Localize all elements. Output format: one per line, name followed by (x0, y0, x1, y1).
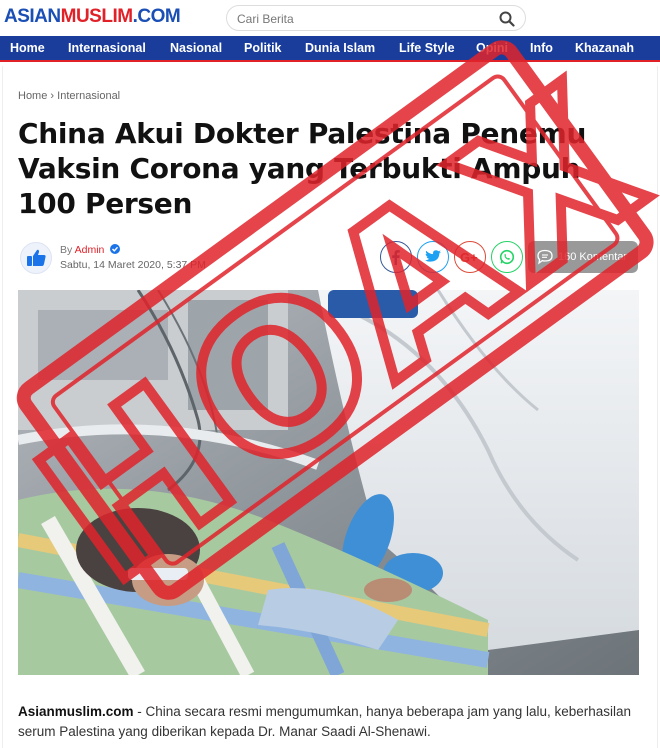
comments-button[interactable]: 160 Komentar (528, 241, 638, 273)
lead-source: Asianmuslim.com (18, 704, 134, 719)
content-border-left (2, 66, 3, 748)
nav-item-internasional[interactable]: Internasional (68, 36, 170, 60)
share-facebook-button[interactable] (380, 241, 412, 273)
whatsapp-icon (499, 249, 515, 265)
logo-text-asian: ASIAN (4, 6, 61, 27)
share-whatsapp-button[interactable] (491, 241, 523, 273)
nav-item-politik[interactable]: Politik (244, 36, 305, 60)
content-border-right (657, 66, 658, 748)
article-title: China Akui Dokter Palestina Penemu Vaksi… (18, 117, 587, 220)
main-nav: Home Internasional Nasional Politik Duni… (0, 36, 660, 62)
breadcrumb-separator: › (50, 90, 55, 102)
byline: By Admin (60, 244, 121, 256)
article-lead: Asianmuslim.com - China secara resmi men… (18, 702, 638, 742)
nav-item-home[interactable]: Home (10, 36, 68, 60)
search-box (226, 5, 526, 31)
nav-item-info[interactable]: Info (530, 36, 575, 60)
nav-item-life-style[interactable]: Life Style (399, 36, 476, 60)
logo-text-muslim: MUSLIM (60, 6, 133, 27)
byline-label: By (60, 244, 73, 256)
google-plus-icon: G+ (460, 250, 478, 264)
nav-item-opini[interactable]: Opini (476, 36, 530, 60)
site-logo[interactable]: ASIANMUSLIM.COM (4, 6, 181, 28)
breadcrumb: Home › Internasional (18, 90, 120, 102)
article-photo (18, 290, 639, 675)
nav-item-dunia-islam[interactable]: Dunia Islam (305, 36, 399, 60)
share-google-plus-button[interactable]: G+ (454, 241, 486, 273)
facebook-icon (392, 250, 400, 265)
share-twitter-button[interactable] (417, 241, 449, 273)
breadcrumb-home[interactable]: Home (18, 90, 47, 102)
nav-item-nasional[interactable]: Nasional (170, 36, 244, 60)
site-header: ASIANMUSLIM.COM (0, 0, 660, 36)
twitter-icon (425, 250, 441, 262)
comment-icon (537, 249, 553, 265)
thumbs-up-icon (27, 249, 46, 266)
author-avatar[interactable] (20, 242, 52, 274)
publish-date: Sabtu, 14 Maret 2020, 5:37 PM (60, 259, 206, 271)
hospital-scene-illustration (18, 290, 639, 675)
author-link[interactable]: Admin (75, 244, 105, 256)
logo-text-com: .COM (132, 6, 181, 27)
comments-count: 160 Komentar (558, 251, 628, 263)
search-icon[interactable] (499, 11, 515, 27)
breadcrumb-section[interactable]: Internasional (57, 90, 120, 102)
nav-item-khazanah[interactable]: Khazanah (575, 36, 655, 60)
verified-badge-icon (110, 244, 121, 254)
svg-text:G+: G+ (460, 250, 478, 264)
search-input[interactable] (237, 10, 487, 28)
